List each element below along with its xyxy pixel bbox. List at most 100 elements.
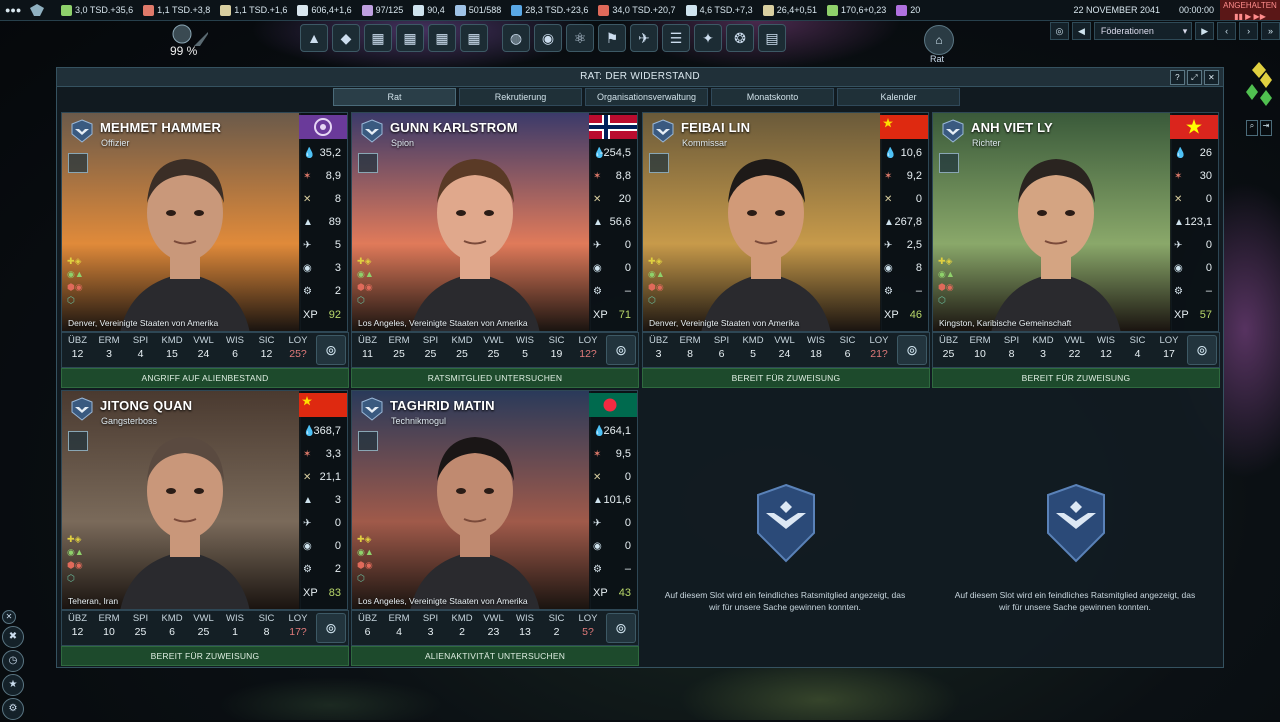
attribute-label: SPI <box>422 335 439 346</box>
time-back-button[interactable]: ‹ <box>1217 22 1237 40</box>
research-icon: ▲ <box>884 217 894 228</box>
mission-target-icon[interactable]: ⊚ <box>1187 335 1217 365</box>
faction-dropdown[interactable]: Föderationen ▾ <box>1093 22 1193 40</box>
resource-fissiles[interactable]: 170,6+0,23 <box>822 0 891 20</box>
fleet-icon[interactable]: ◆ <box>332 24 360 52</box>
prev-faction-button[interactable]: ◀ <box>1071 22 1091 40</box>
close-button[interactable]: ✕ <box>1204 70 1219 85</box>
resource-antimatter[interactable]: 20 <box>891 0 925 20</box>
resource-volatiles[interactable]: 34,0 TSD.+20,7 <box>593 0 680 20</box>
faction-emblem-icon[interactable] <box>24 0 56 20</box>
resource-nobles[interactable]: 26,4+0,51 <box>758 0 822 20</box>
mission-status-button[interactable]: ALIENAKTIVITÄT UNTERSUCHEN <box>351 646 639 666</box>
empty-council-slot: Auf diesem Slot wird ein feindliches Rat… <box>932 391 1218 667</box>
resistance-emblem-icon <box>361 397 383 421</box>
councilor-card[interactable]: JITONG QUAN Gangsterboss ✚◈ ◉▲ ⬢◉ ⬡ Teheran… <box>61 390 349 666</box>
tab-kalender[interactable]: Kalender <box>837 88 960 106</box>
resource-projects[interactable]: 501/588 <box>450 0 507 20</box>
councilor-name: TAGHRID MATIN <box>390 398 495 413</box>
councilor-portrait[interactable]: GUNN KARLSTROM Spion ✚◈ ◉▲ ⬢◉ ⬡ Los Angeles… <box>351 112 591 332</box>
mission-status-button[interactable]: BEREIT FÜR ZUWEISUNG <box>642 368 930 388</box>
clock-icon[interactable]: ◷ <box>2 650 24 672</box>
idea-icon[interactable]: ✦ <box>694 24 722 52</box>
councilor-card[interactable]: ANH VIET LY Richter ✚◈ ◉▲ ⬢◉ ⬡ Kingston, Ka… <box>932 112 1220 388</box>
council-button[interactable]: ⌂ <box>924 25 954 55</box>
councilor-portrait[interactable]: FEIBAI LIN Kommissar ✚◈ ◉▲ ⬢◉ ⬡ Denver, Ver… <box>642 112 882 332</box>
tab-rekrutierung[interactable]: Rekrutierung <box>459 88 582 106</box>
stat-value: 8,9 <box>325 170 341 182</box>
log-icon[interactable]: ▤ <box>758 24 786 52</box>
org-icon[interactable] <box>358 153 378 173</box>
paused-indicator[interactable]: ANGEHALTEN ▮▮ ▶ ▶▶ <box>1220 0 1280 21</box>
stat-value: 5 <box>334 239 341 251</box>
help-button[interactable]: ? <box>1170 70 1185 85</box>
councilor-card[interactable]: GUNN KARLSTROM Spion ✚◈ ◉▲ ⬢◉ ⬡ Los Angeles… <box>351 112 639 388</box>
mission-target-icon[interactable]: ⊚ <box>316 613 346 643</box>
close-icon[interactable]: ✕ <box>2 610 16 624</box>
attribute-3: KMD 6 <box>157 613 188 638</box>
mission-status-button[interactable]: ANGRIFF AUF ALIENBESTAND <box>61 368 349 388</box>
mission-status-button[interactable]: RATSMITGLIED UNTERSUCHEN <box>351 368 639 388</box>
tab-monatskonto[interactable]: Monatskonto <box>711 88 834 106</box>
attribute-label: SIC <box>1129 335 1146 346</box>
expand-button[interactable]: ⤢ <box>1187 70 1202 85</box>
stat-row: ▲ 267,8 <box>880 212 928 234</box>
attribute-3: KMD 25 <box>447 335 478 360</box>
resource-water[interactable]: 28,3 TSD.+23,6 <box>506 0 593 20</box>
stars-icon[interactable]: ★ <box>2 674 24 696</box>
org-icon[interactable] <box>358 431 378 451</box>
objectives-icon[interactable]: ⚑ <box>598 24 626 52</box>
nation-icon[interactable]: ▲ <box>300 24 328 52</box>
mission-target-icon[interactable]: ⊚ <box>897 335 927 365</box>
org-icon[interactable] <box>68 153 88 173</box>
login-icon[interactable]: ⇥ <box>1260 120 1272 136</box>
org-icon[interactable] <box>939 153 959 173</box>
advisor-indicator[interactable]: 99 % <box>168 24 212 58</box>
resource-operations[interactable]: 1,1 TSD.+3,8 <box>138 0 215 20</box>
councilor-card[interactable]: FEIBAI LIN Kommissar ✚◈ ◉▲ ⬢◉ ⬡ Denver, Ver… <box>642 112 930 388</box>
sliders-icon[interactable]: ☰ <box>662 24 690 52</box>
solar-view-icon[interactable]: ◉ <box>534 24 562 52</box>
resource-boost[interactable]: 1,1 TSD.+1,6 <box>215 0 292 20</box>
resource-missions[interactable]: 606,4+1,6 <box>292 0 356 20</box>
search-icon[interactable]: ⌕ <box>1246 120 1258 136</box>
org-icon[interactable] <box>649 153 669 173</box>
mission-status-button[interactable]: BEREIT FÜR ZUWEISUNG <box>932 368 1220 388</box>
mission-target-icon[interactable]: ⊚ <box>606 335 636 365</box>
time-forward-button[interactable]: › <box>1239 22 1259 40</box>
resource-metals[interactable]: 4,6 TSD.+7,3 <box>681 0 758 20</box>
councilor-portrait[interactable]: ANH VIET LY Richter ✚◈ ◉▲ ⬢◉ ⬡ Kingston, Ka… <box>932 112 1172 332</box>
resource-mission-control[interactable]: 97/125 <box>357 0 409 20</box>
menu-button[interactable]: ●●● <box>0 0 24 20</box>
hab-3-icon[interactable]: ▦ <box>428 24 456 52</box>
resource-influence[interactable]: 3,0 TSD.+35,6 <box>56 0 138 20</box>
settings-icon[interactable]: ⚙ <box>2 698 24 720</box>
councilor-portrait[interactable]: TAGHRID MATIN Technikmogul ✚◈ ◉▲ ⬢◉ ⬡ Los A… <box>351 390 591 610</box>
resource-research[interactable]: 90,4 <box>408 0 450 20</box>
research-icon: ▲ <box>303 217 313 228</box>
councilor-portrait[interactable]: JITONG QUAN Gangsterboss ✚◈ ◉▲ ⬢◉ ⬡ Teheran… <box>61 390 301 610</box>
hab-4-icon[interactable]: ▦ <box>460 24 488 52</box>
globe-view-icon[interactable]: ◍ <box>502 24 530 52</box>
hab-2-icon[interactable]: ▦ <box>396 24 424 52</box>
tools-icon[interactable]: ✖ <box>2 626 24 648</box>
next-faction-button[interactable]: ▶ <box>1195 22 1215 40</box>
mission-target-icon[interactable]: ⊚ <box>606 613 636 643</box>
tab-rat[interactable]: Rat <box>333 88 456 106</box>
alert-diamonds-icon[interactable] <box>1246 60 1272 110</box>
tech-icon[interactable]: ⚛ <box>566 24 594 52</box>
military-icon[interactable]: ✈ <box>630 24 658 52</box>
tab-organisationsverwaltung[interactable]: Organisationsverwaltung <box>585 88 708 106</box>
mission-status-button[interactable]: BEREIT FÜR ZUWEISUNG <box>61 646 349 666</box>
attribute-label: LOY <box>288 335 308 346</box>
org-icon[interactable] <box>68 431 88 451</box>
councilor-stats: 💧 10,6 ✶ 9,2 ✕ 0 ▲ 267,8 ✈ 2,5 ◉ 8 ⚙ – X… <box>880 112 929 332</box>
councilor-card[interactable]: MEHMET HAMMER Offizier ✚◈ ◉▲ ⬢◉ ⬡ Denver, V… <box>61 112 349 388</box>
councilor-card[interactable]: TAGHRID MATIN Technikmogul ✚◈ ◉▲ ⬢◉ ⬡ Los A… <box>351 390 639 666</box>
councilor-portrait[interactable]: MEHMET HAMMER Offizier ✚◈ ◉▲ ⬢◉ ⬡ Denver, V… <box>61 112 301 332</box>
hab-1-icon[interactable]: ▦ <box>364 24 392 52</box>
brain-icon[interactable]: ❂ <box>726 24 754 52</box>
globe-icon[interactable]: ◎ <box>1050 22 1069 40</box>
mission-target-icon[interactable]: ⊚ <box>316 335 346 365</box>
time-fast-button[interactable]: » <box>1261 22 1280 40</box>
